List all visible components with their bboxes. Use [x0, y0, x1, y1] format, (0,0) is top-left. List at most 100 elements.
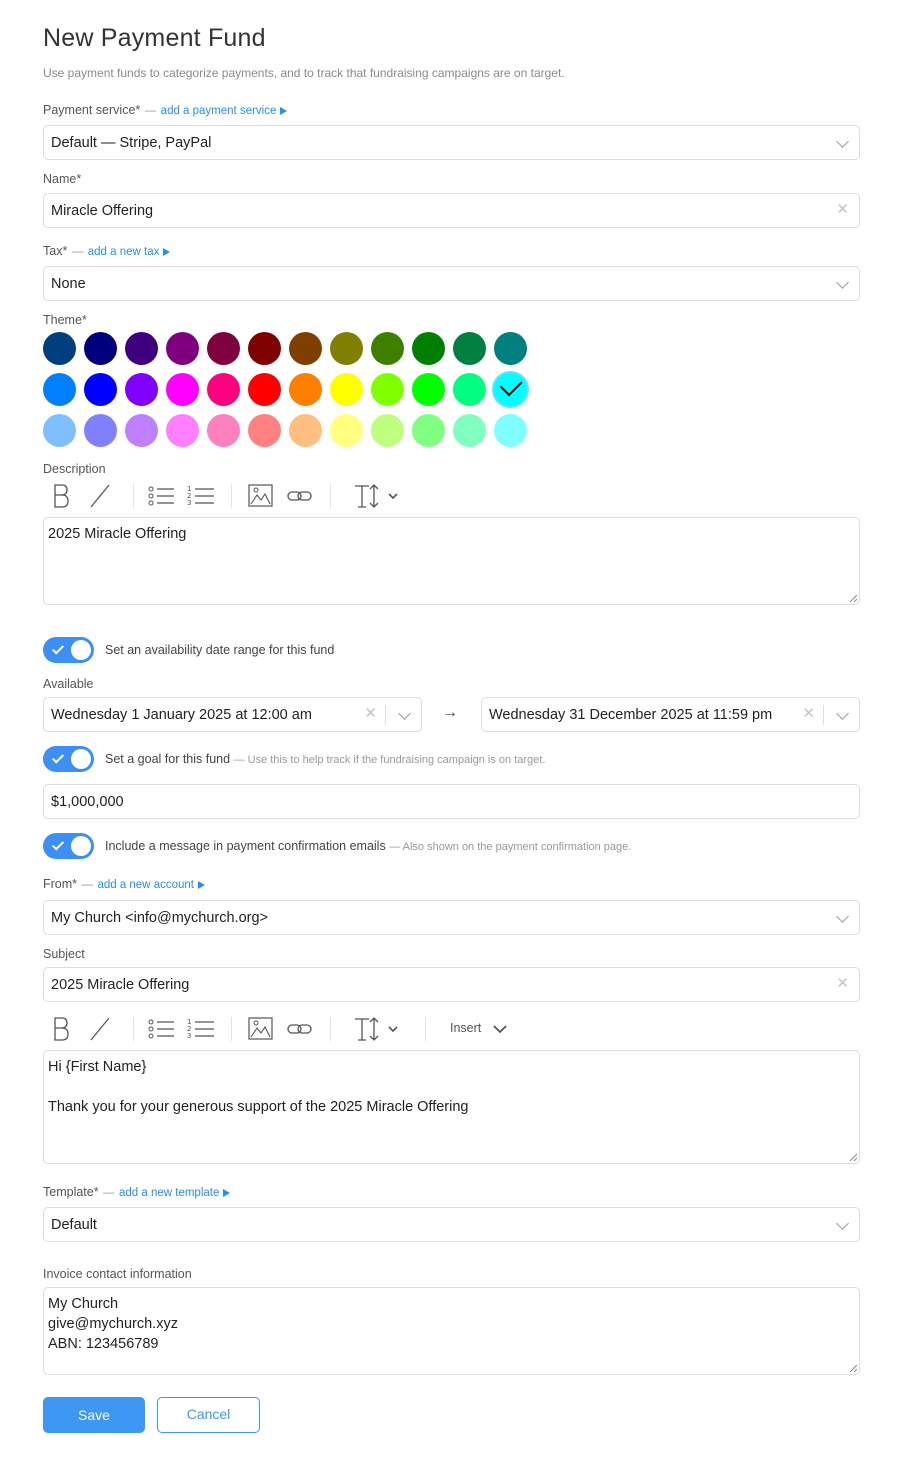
resize-handle-icon[interactable] — [849, 1153, 857, 1161]
theme-swatch[interactable] — [330, 373, 363, 406]
theme-swatch[interactable] — [84, 373, 117, 406]
play-icon — [223, 1189, 231, 1197]
check-icon — [51, 751, 65, 764]
theme-swatch[interactable] — [453, 414, 486, 447]
theme-swatch[interactable] — [289, 332, 322, 365]
toolbar-divider — [425, 1017, 426, 1041]
theme-swatch[interactable] — [330, 332, 363, 365]
page-subtitle: Use payment funds to categorize payments… — [43, 66, 565, 80]
theme-swatch[interactable] — [494, 373, 527, 406]
chevron-down-icon — [836, 707, 849, 720]
end-date-select[interactable]: Wednesday 31 December 2025 at 11:59 pm ✕ — [481, 697, 860, 732]
play-icon — [197, 881, 205, 889]
theme-swatch[interactable] — [125, 332, 158, 365]
theme-swatch[interactable] — [207, 414, 240, 447]
theme-swatch[interactable] — [371, 332, 404, 365]
subject-value: 2025 Miracle Offering — [51, 977, 190, 993]
numbered-list-icon[interactable]: 123 — [187, 1014, 215, 1044]
theme-swatch[interactable] — [412, 332, 445, 365]
goal-toggle[interactable] — [43, 746, 94, 772]
theme-swatch[interactable] — [330, 414, 363, 447]
payment-service-label: Payment service* — [43, 103, 141, 117]
image-icon[interactable] — [248, 1014, 274, 1044]
from-select[interactable]: My Church <info@mychurch.org> — [43, 900, 860, 935]
add-payment-service-link[interactable]: add a payment service — [161, 105, 277, 117]
theme-swatch[interactable] — [166, 414, 199, 447]
theme-swatch[interactable] — [125, 414, 158, 447]
resize-handle-icon[interactable] — [849, 594, 857, 602]
theme-swatch[interactable] — [43, 414, 76, 447]
theme-swatch[interactable] — [248, 332, 281, 365]
subject-label: Subject — [43, 947, 85, 961]
theme-swatch[interactable] — [248, 373, 281, 406]
clear-icon[interactable]: ✕ — [364, 706, 377, 722]
theme-swatch[interactable] — [84, 414, 117, 447]
bold-icon[interactable] — [51, 481, 71, 511]
theme-swatch[interactable] — [412, 414, 445, 447]
theme-swatch[interactable] — [207, 332, 240, 365]
message-toggle-label: Include a message in payment confirmatio… — [105, 839, 386, 853]
theme-swatch[interactable] — [494, 414, 527, 447]
message-toggle[interactable] — [43, 833, 94, 859]
subject-input[interactable]: 2025 Miracle Offering ✕ — [43, 967, 860, 1002]
theme-swatch[interactable] — [371, 373, 404, 406]
theme-swatch[interactable] — [494, 332, 527, 365]
template-label: Template* — [43, 1185, 99, 1199]
invoice-textarea[interactable]: My Church give@mychurch.xyz ABN: 1234567… — [43, 1287, 860, 1375]
theme-swatch[interactable] — [248, 414, 281, 447]
theme-swatch[interactable] — [125, 373, 158, 406]
payment-service-select[interactable]: Default — Stripe, PayPal — [43, 125, 860, 160]
image-icon[interactable] — [248, 481, 274, 511]
clear-icon[interactable]: ✕ — [836, 976, 849, 992]
theme-swatch[interactable] — [453, 332, 486, 365]
insert-menu[interactable]: Insert — [450, 1021, 481, 1041]
theme-swatch[interactable] — [43, 332, 76, 365]
theme-swatch[interactable] — [43, 373, 76, 406]
start-date-select[interactable]: Wednesday 1 January 2025 at 12:00 am ✕ — [43, 697, 422, 732]
goal-input[interactable]: $1,000,000 — [43, 784, 860, 819]
svg-text:3: 3 — [187, 1032, 191, 1040]
name-input[interactable]: Miracle Offering ✕ — [43, 193, 860, 228]
description-toolbar: 123 — [43, 481, 543, 511]
link-icon[interactable] — [287, 481, 313, 511]
toolbar-divider — [231, 1017, 232, 1041]
add-template-link[interactable]: add a new template — [119, 1187, 219, 1199]
text-size-icon[interactable] — [353, 1014, 401, 1044]
add-tax-link[interactable]: add a new tax — [88, 246, 160, 258]
name-value: Miracle Offering — [51, 203, 154, 219]
from-value: My Church <info@mychurch.org> — [51, 910, 268, 926]
text-size-icon[interactable] — [353, 481, 401, 511]
message-toolbar: 123 Insert — [43, 1014, 543, 1044]
chevron-down-icon[interactable] — [491, 1014, 509, 1044]
availability-toggle[interactable] — [43, 637, 94, 663]
bold-icon[interactable] — [51, 1014, 71, 1044]
tax-select[interactable]: None — [43, 266, 860, 301]
theme-swatch[interactable] — [453, 373, 486, 406]
theme-swatch[interactable] — [289, 414, 322, 447]
name-label: Name* — [43, 172, 82, 186]
theme-swatch[interactable] — [412, 373, 445, 406]
cancel-button[interactable]: Cancel — [157, 1397, 260, 1433]
theme-swatch[interactable] — [84, 332, 117, 365]
italic-icon[interactable] — [87, 1014, 113, 1044]
bullet-list-icon[interactable] — [147, 481, 175, 511]
save-button[interactable]: Save — [43, 1397, 145, 1433]
link-icon[interactable] — [287, 1014, 313, 1044]
theme-swatch[interactable] — [166, 332, 199, 365]
theme-swatch[interactable] — [166, 373, 199, 406]
template-select[interactable]: Default — [43, 1207, 860, 1242]
add-account-link[interactable]: add a new account — [97, 879, 194, 891]
chevron-down-icon — [836, 1217, 849, 1230]
available-label: Available — [43, 677, 94, 691]
message-editor[interactable]: Hi {First Name} Thank you for your gener… — [43, 1050, 860, 1164]
theme-swatch[interactable] — [289, 373, 322, 406]
numbered-list-icon[interactable]: 123 — [187, 481, 215, 511]
theme-swatch[interactable] — [207, 373, 240, 406]
resize-handle-icon[interactable] — [849, 1364, 857, 1372]
italic-icon[interactable] — [87, 481, 113, 511]
clear-icon[interactable]: ✕ — [802, 706, 815, 722]
description-editor[interactable]: 2025 Miracle Offering — [43, 517, 860, 605]
clear-icon[interactable]: ✕ — [836, 202, 849, 218]
theme-swatch[interactable] — [371, 414, 404, 447]
bullet-list-icon[interactable] — [147, 1014, 175, 1044]
